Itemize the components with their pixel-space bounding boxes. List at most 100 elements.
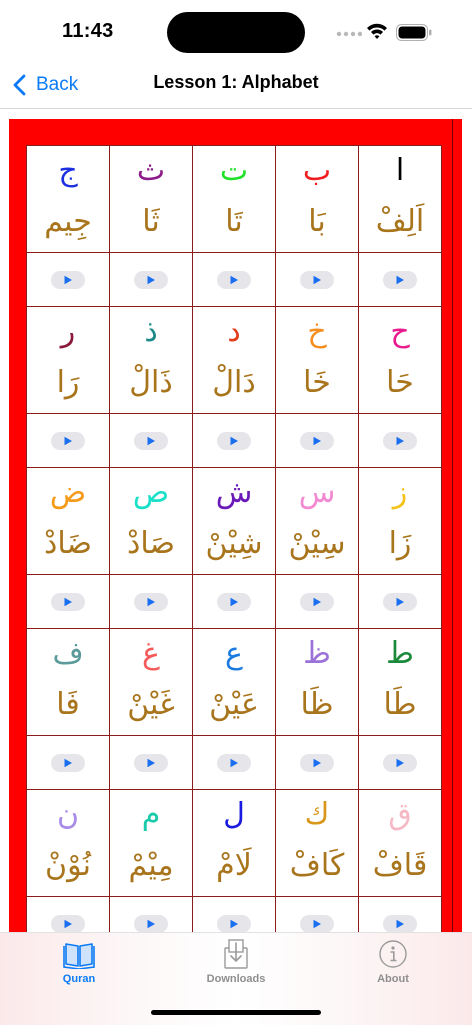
letter-cell[interactable]: ك كَافْ — [275, 789, 359, 897]
play-audio-button[interactable] — [51, 431, 85, 450]
arabic-letter: ج — [58, 153, 78, 188]
play-audio-button[interactable] — [217, 753, 251, 772]
play-cell — [358, 252, 442, 307]
arabic-letter: س — [298, 475, 336, 510]
letter-cell[interactable]: ر رَا — [26, 306, 110, 414]
letter-cell[interactable]: ش شِيْنْ — [192, 467, 276, 575]
letter-cell[interactable]: ث ثَا — [109, 145, 193, 253]
play-cell — [26, 735, 110, 790]
letter-cell[interactable]: ب بَا — [275, 145, 359, 253]
arabic-letter: ل — [223, 797, 245, 832]
tab-downloads[interactable]: Downloads — [186, 939, 286, 991]
play-audio-button[interactable] — [300, 914, 334, 932]
letter-cell[interactable]: ظ ظَا — [275, 628, 359, 736]
play-icon — [147, 758, 155, 767]
navigation-bar: Back Lesson 1: Alphabet — [0, 62, 472, 109]
play-icon — [230, 919, 238, 928]
arabic-letter: ش — [215, 475, 253, 510]
letter-cell[interactable]: ف فَا — [26, 628, 110, 736]
play-cell — [26, 574, 110, 629]
play-cell — [26, 896, 110, 932]
letter-name: عَيْنْ — [209, 687, 259, 722]
play-cell — [275, 735, 359, 790]
letter-cell[interactable]: ذ ذَالْ — [109, 306, 193, 414]
letter-name: طَا — [383, 687, 417, 722]
play-audio-button[interactable] — [383, 270, 417, 289]
play-audio-button[interactable] — [217, 431, 251, 450]
play-audio-button[interactable] — [51, 270, 85, 289]
letter-cell[interactable]: ص صَادْ — [109, 467, 193, 575]
play-cell — [275, 896, 359, 932]
letter-cell[interactable]: ط طَا — [358, 628, 442, 736]
letter-name: اَلِفْ — [375, 204, 425, 239]
play-audio-button[interactable] — [134, 914, 168, 932]
letter-name: غَيْنْ — [127, 687, 175, 722]
play-audio-button[interactable] — [51, 592, 85, 611]
play-icon — [64, 275, 72, 284]
play-audio-button[interactable] — [383, 753, 417, 772]
home-indicator — [151, 1010, 321, 1015]
arabic-letter: ث — [136, 153, 166, 188]
letter-name: دَالْ — [212, 365, 256, 400]
play-audio-button[interactable] — [300, 431, 334, 450]
letter-name: خَا — [303, 365, 331, 400]
letter-cell[interactable]: ا اَلِفْ — [358, 145, 442, 253]
play-audio-button[interactable] — [300, 270, 334, 289]
arabic-letter: ا — [395, 153, 405, 188]
letter-name: حَا — [386, 365, 414, 400]
letter-cell[interactable]: ت تَا — [192, 145, 276, 253]
letter-cell[interactable]: ع عَيْنْ — [192, 628, 276, 736]
letter-cell[interactable]: ن نُوْنْ — [26, 789, 110, 897]
letter-name: ثَا — [142, 204, 160, 239]
arabic-letter: ع — [225, 636, 243, 671]
letter-cell[interactable]: ل لَامْ — [192, 789, 276, 897]
play-icon — [396, 597, 404, 606]
letter-cell[interactable]: د دَالْ — [192, 306, 276, 414]
play-audio-button[interactable] — [134, 431, 168, 450]
arabic-letter: ت — [219, 153, 249, 188]
play-audio-button[interactable] — [217, 270, 251, 289]
letter-cell[interactable]: ض ضَادْ — [26, 467, 110, 575]
letter-cell[interactable]: ق قَافْ — [358, 789, 442, 897]
letter-cell[interactable]: ح حَا — [358, 306, 442, 414]
letter-cell[interactable]: ز زَا — [358, 467, 442, 575]
play-icon — [313, 758, 321, 767]
arabic-letter: ق — [388, 797, 412, 832]
play-audio-button[interactable] — [300, 753, 334, 772]
play-cell — [358, 574, 442, 629]
play-cell — [109, 413, 193, 468]
play-cell — [26, 252, 110, 307]
tab-about[interactable]: About — [343, 939, 443, 991]
play-audio-button[interactable] — [134, 270, 168, 289]
play-audio-button[interactable] — [217, 914, 251, 932]
play-audio-button[interactable] — [217, 592, 251, 611]
cellular-signal-icon — [336, 31, 362, 37]
alphabet-board[interactable]: ا اَلِفْ ب بَا ت تَا ث ثَا ج جِيم ح حَا خ خَا د دَالْ ذ ذ… — [9, 119, 462, 932]
play-audio-button[interactable] — [51, 914, 85, 932]
arabic-letter: م — [141, 797, 161, 832]
letter-name: فَا — [56, 687, 80, 722]
board-scroll-edge — [452, 119, 453, 932]
letter-cell[interactable]: س سِيْنْ — [275, 467, 359, 575]
letter-cell[interactable]: خ خَا — [275, 306, 359, 414]
play-icon — [313, 919, 321, 928]
play-audio-button[interactable] — [383, 914, 417, 932]
play-audio-button[interactable] — [134, 753, 168, 772]
tab-quran[interactable]: Quran — [29, 939, 129, 991]
status-bar: 11:43 — [0, 0, 472, 62]
letter-name: زَا — [388, 526, 412, 561]
play-cell — [358, 896, 442, 932]
play-audio-button[interactable] — [51, 753, 85, 772]
letter-cell[interactable]: غ غَيْنْ — [109, 628, 193, 736]
play-audio-button[interactable] — [383, 431, 417, 450]
play-audio-button[interactable] — [134, 592, 168, 611]
letter-name: ظَا — [300, 687, 334, 722]
battery-icon — [396, 24, 432, 41]
play-audio-button[interactable] — [300, 592, 334, 611]
play-row — [22, 413, 442, 468]
play-audio-button[interactable] — [383, 592, 417, 611]
play-cell — [358, 413, 442, 468]
letter-cell[interactable]: ج جِيم — [26, 145, 110, 253]
letter-cell[interactable]: م مِيْمْ — [109, 789, 193, 897]
arabic-letter: ك — [304, 797, 330, 832]
